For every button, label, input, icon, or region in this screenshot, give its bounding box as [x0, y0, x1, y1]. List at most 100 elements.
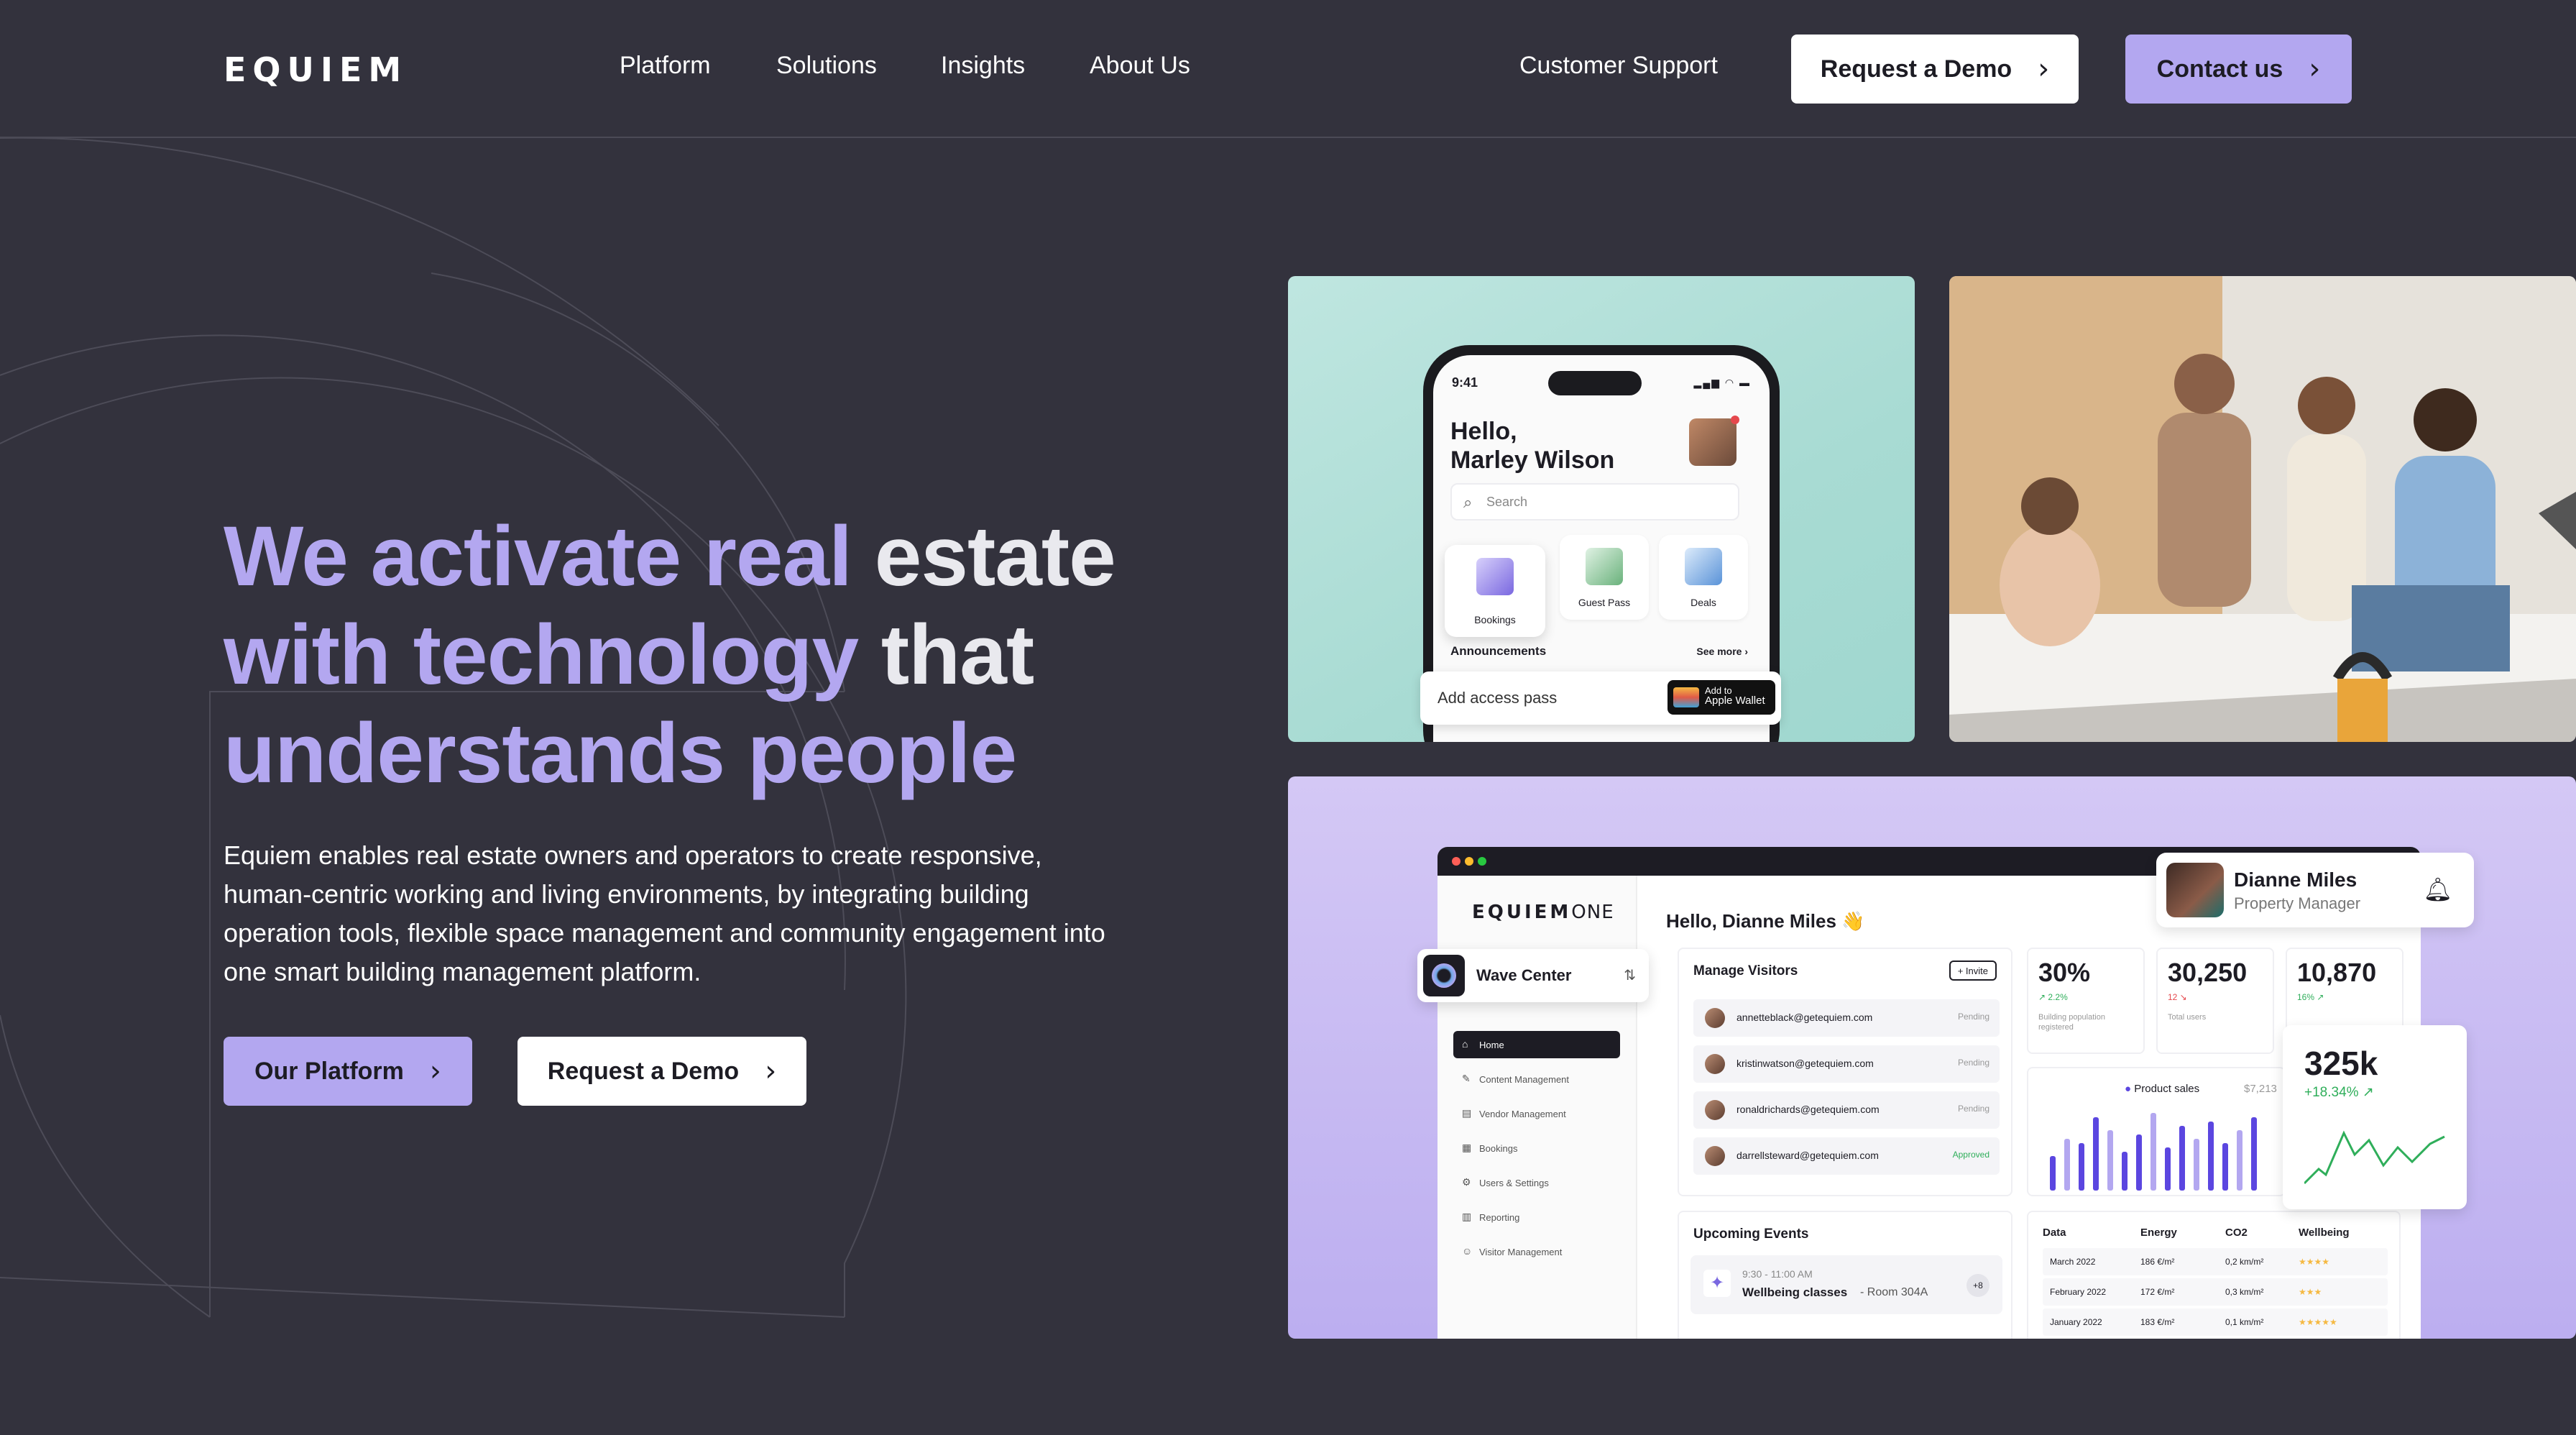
- avatar: [2166, 863, 2224, 917]
- menu-vendor-management[interactable]: ▤ Vendor Management: [1453, 1100, 1620, 1127]
- more-events-badge[interactable]: +8: [1966, 1274, 1990, 1297]
- sales-bar: [2237, 1130, 2242, 1191]
- menu-label: Home: [1479, 1040, 1504, 1050]
- wallet-line: Apple Wallet: [1705, 694, 1765, 707]
- stat-delta: ↗ 2.2%: [2038, 992, 2068, 1002]
- status-time: 9:41: [1452, 375, 1478, 390]
- menu-content-management[interactable]: ✎ Content Management: [1453, 1065, 1620, 1093]
- tile-guest-pass[interactable]: Guest Pass: [1560, 535, 1649, 620]
- close-dot[interactable]: [1452, 857, 1460, 866]
- contact-label: Contact us: [2156, 55, 2283, 83]
- sales-bar: [2093, 1117, 2099, 1191]
- access-pass-banner[interactable]: Add access pass Add to Apple Wallet: [1420, 671, 1781, 725]
- nav-platform[interactable]: Platform: [620, 52, 711, 80]
- sales-value: $7,213: [2244, 1083, 2277, 1095]
- visitor-email: ronaldrichards@getequiem.com: [1736, 1104, 1880, 1115]
- growth-stat-card: 325k +18.34% ↗: [2283, 1025, 2467, 1209]
- manage-visitors-panel: Manage Visitors + Invite annetteblack@ge…: [1678, 948, 2012, 1196]
- sales-bar: [2050, 1156, 2056, 1191]
- menu-visitor-management[interactable]: ☺ Visitor Management: [1453, 1238, 1620, 1265]
- sparkle-icon: ✦: [1703, 1270, 1731, 1297]
- sales-bar: [2208, 1122, 2214, 1191]
- table-cell: March 2022: [2050, 1257, 2096, 1267]
- bell-icon[interactable]: 🔔︎: [2423, 876, 2452, 903]
- menu-home[interactable]: ⌂ Home: [1453, 1031, 1620, 1058]
- dashboard-sidebar: EQUIEMONE ⌂ Home ✎ Content Management ▤ Ven…: [1438, 876, 1637, 1339]
- visitor-row[interactable]: darrellsteward@getequiem.com Approved: [1693, 1137, 2000, 1175]
- stat-value: 30%: [2038, 958, 2091, 987]
- menu-reporting[interactable]: ▥ Reporting: [1453, 1204, 1620, 1231]
- table-cell: 183 €/m²: [2140, 1317, 2175, 1327]
- menu-label: Users & Settings: [1479, 1178, 1549, 1188]
- deals-icon: [1685, 548, 1722, 585]
- table-cell: 172 €/m²: [2140, 1287, 2175, 1297]
- greeting-name: Marley Wilson: [1450, 446, 1615, 474]
- equiem-logo[interactable]: EQUIEM: [224, 50, 408, 89]
- apple-wallet-button[interactable]: Add to Apple Wallet: [1668, 680, 1775, 715]
- profile-card[interactable]: Dianne Miles Property Manager 🔔︎: [2156, 853, 2474, 927]
- header-request-demo-button[interactable]: Request a Demo ›: [1791, 35, 2079, 104]
- see-more-link[interactable]: See more ›: [1696, 646, 1748, 657]
- menu-label: Content Management: [1479, 1074, 1570, 1085]
- our-platform-button[interactable]: Our Platform ›: [224, 1037, 472, 1106]
- visitor-row[interactable]: kristinwatson@getequiem.com Pending: [1693, 1045, 2000, 1083]
- hero-request-demo-button[interactable]: Request a Demo ›: [518, 1037, 806, 1106]
- event-room: - Room 304A: [1860, 1286, 1928, 1298]
- product-sales-chart: [2050, 1113, 2257, 1191]
- signal-battery-icon: ▂▄▆ ◠ ▬: [1693, 377, 1751, 388]
- bookings-icon: [1476, 558, 1514, 595]
- minimize-dot[interactable]: [1465, 857, 1473, 866]
- tile-deals[interactable]: Deals: [1659, 535, 1748, 620]
- report-icon: ▥: [1462, 1211, 1472, 1222]
- status-badge: Pending: [1957, 1104, 1990, 1114]
- header-contact-button[interactable]: Contact us ›: [2125, 35, 2352, 104]
- user-avatar[interactable]: [1689, 416, 1739, 466]
- status-badge: Pending: [1957, 1058, 1990, 1068]
- nav-about-us[interactable]: About Us: [1090, 52, 1190, 80]
- phone-search-input[interactable]: ⌕ Search: [1450, 483, 1739, 521]
- column-header: CO2: [2225, 1227, 2248, 1239]
- building-switcher[interactable]: Wave Center ⇅: [1417, 949, 1649, 1002]
- greeting-line: Hello,: [1450, 418, 1517, 445]
- stat-value: 10,870: [2297, 958, 2377, 987]
- event-item[interactable]: ✦ 9:30 - 11:00 AM Wellbeing classes - Ro…: [1690, 1255, 2002, 1314]
- hero-description: Equiem enables real estate owners and op…: [224, 840, 1105, 986]
- rating-stars: ★★★★: [2299, 1257, 2330, 1267]
- menu-label: Reporting: [1479, 1212, 1520, 1223]
- visitor-row[interactable]: annetteblack@getequiem.com Pending: [1693, 999, 2000, 1037]
- menu-bookings[interactable]: ▦ Bookings: [1453, 1134, 1620, 1162]
- table-cell: February 2022: [2050, 1287, 2107, 1297]
- invite-button[interactable]: + Invite: [1949, 961, 1997, 981]
- column-header: Data: [2043, 1227, 2066, 1239]
- tile-bookings[interactable]: Bookings: [1445, 545, 1545, 637]
- nav-solutions[interactable]: Solutions: [776, 52, 877, 80]
- access-pass-label: Add access pass: [1438, 689, 1558, 707]
- nav-insights[interactable]: Insights: [941, 52, 1025, 80]
- avatar: [1705, 1008, 1725, 1028]
- equiem-one-logo: EQUIEMONE: [1472, 902, 1614, 923]
- logo-bold: EQUIEM: [1472, 902, 1572, 923]
- stat-delta: 12 ↘: [2168, 992, 2187, 1002]
- sales-bar: [2251, 1117, 2257, 1191]
- store-icon: ▤: [1462, 1107, 1472, 1119]
- table-cell: 186 €/m²: [2140, 1257, 2175, 1267]
- growth-delta: +18.34% ↗: [2304, 1085, 2374, 1100]
- menu-label: Visitor Management: [1479, 1247, 1563, 1257]
- stat-card: 30,250 12 ↘ Total users: [2156, 948, 2274, 1054]
- stat-delta: 16% ↗: [2297, 992, 2324, 1002]
- maximize-dot[interactable]: [1478, 857, 1486, 866]
- hero-headline: We activate real estate with technology …: [224, 508, 1158, 803]
- sales-bar: [2222, 1143, 2228, 1191]
- nav-customer-support[interactable]: Customer Support: [1519, 52, 1718, 80]
- product-sales-panel: ● Product sales $7,213: [2027, 1067, 2286, 1196]
- visitor-row[interactable]: ronaldrichards@getequiem.com Pending: [1693, 1091, 2000, 1129]
- announcements-heading: Announcements: [1450, 644, 1547, 658]
- calendar-icon: ▦: [1462, 1142, 1472, 1153]
- table-row: March 2022 186 €/m² 0,2 km/m² ★★★★: [2043, 1248, 2388, 1275]
- headline-part: with: [224, 608, 413, 702]
- headline-part: estate: [874, 509, 1116, 604]
- menu-users-settings[interactable]: ⚙ Users & Settings: [1453, 1169, 1620, 1196]
- search-icon: ⌕: [1463, 493, 1473, 511]
- chevron-right-icon: ›: [765, 1055, 777, 1088]
- avatar: [1705, 1100, 1725, 1120]
